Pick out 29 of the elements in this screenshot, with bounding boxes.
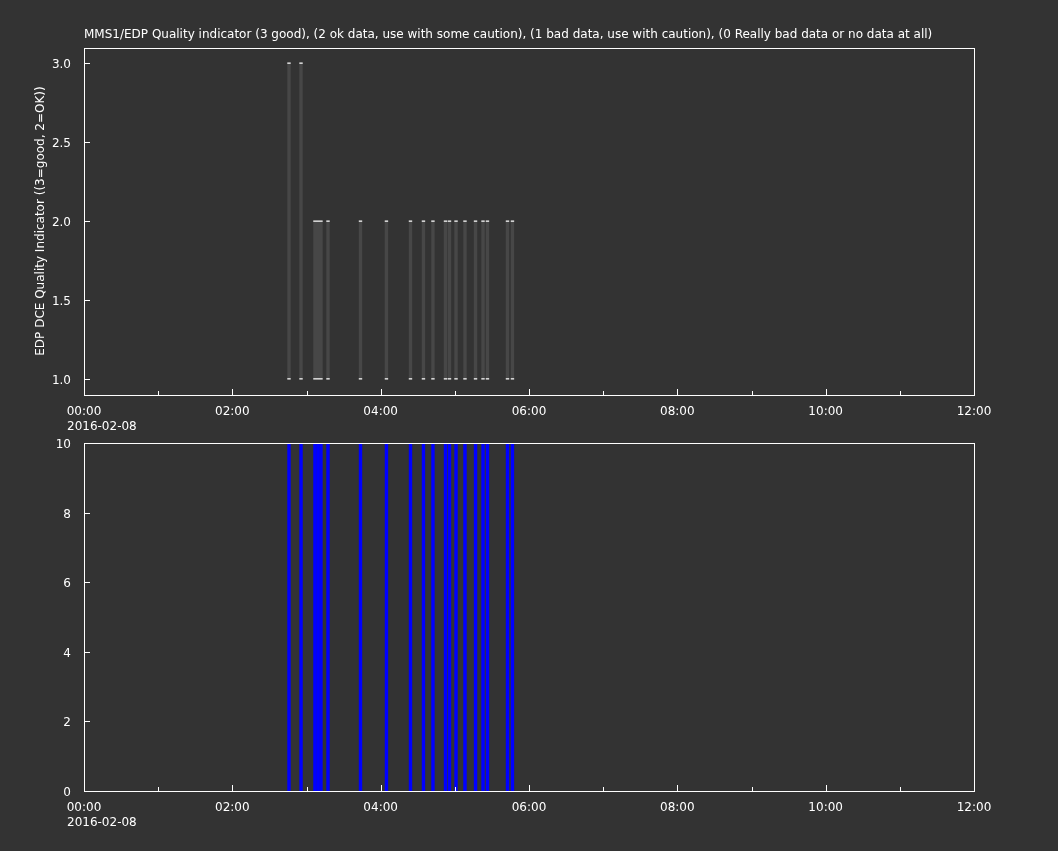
chart-title: MMS1/EDP Quality indicator (3 good), (2 ok data, use with some caution), (1 bad data, use with caution), (0 Really bad data or no data at all)	[83, 26, 934, 43]
y-tick-label: 3.0	[51, 56, 71, 71]
x-tick-label: 02:00	[215, 800, 250, 814]
x-tick-label: 04:00	[363, 800, 398, 814]
x-tick-label: 06:00	[511, 404, 547, 418]
y-tick-label: 2.0	[51, 214, 71, 229]
y-tick-label: 0	[63, 784, 71, 799]
x-tick-label: 04:00	[363, 404, 398, 418]
x-tick-label: 06:00	[511, 800, 547, 814]
y-tick-label: 1.0	[51, 372, 71, 387]
x-tick-label: 12:00	[956, 404, 992, 418]
x-tick-label: 12:00	[956, 800, 992, 814]
x-tick-label: 10:00	[808, 404, 843, 418]
y-tick-label: 2	[63, 714, 71, 729]
y-tick-label: 1.5	[51, 293, 71, 308]
date-label: 2016-02-08	[67, 419, 137, 433]
y-tick-label: 2.5	[51, 135, 71, 150]
y-tick-label: 10	[55, 436, 71, 451]
x-tick-label: 00:00	[66, 800, 102, 814]
x-tick-label: 08:00	[660, 404, 695, 418]
x-tick-label: 00:00	[66, 404, 102, 418]
date-label: 2016-02-08	[67, 815, 137, 829]
x-tick-label: 08:00	[660, 800, 695, 814]
y-tick-label: 8	[63, 506, 71, 521]
x-tick-label: 10:00	[808, 800, 843, 814]
y-axis-label: EDP DCE Quality Indicator ((3=good, 2=OK))	[33, 86, 47, 356]
y-tick-label: 6	[63, 575, 71, 590]
y-tick-label: 4	[63, 645, 71, 660]
x-tick-label: 02:00	[215, 404, 250, 418]
